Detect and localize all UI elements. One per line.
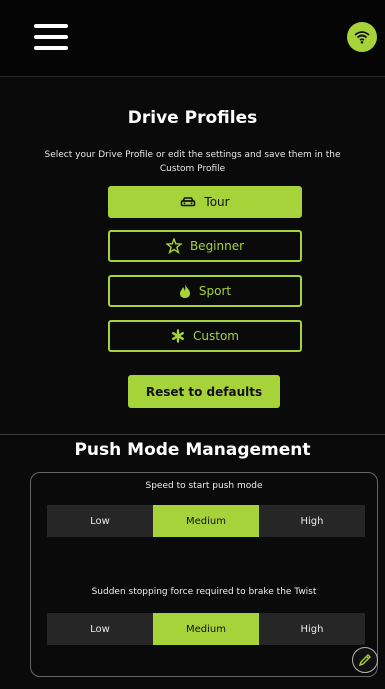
profile-button-sport[interactable]: Sport <box>108 275 302 307</box>
speed-option-high[interactable]: High <box>259 505 365 537</box>
profile-button-custom[interactable]: Custom <box>108 320 302 352</box>
brake-caption: Sudden stopping force required to brake … <box>91 587 317 597</box>
star-figure-icon <box>165 238 182 254</box>
car-icon <box>180 196 196 208</box>
profile-button-beginner[interactable]: Beginner <box>108 230 302 262</box>
flame-icon <box>179 283 191 299</box>
brake-option-low[interactable]: Low <box>47 613 153 645</box>
push-mode-title: Push Mode Management <box>74 440 311 460</box>
profile-label-sport: Sport <box>198 284 232 298</box>
brake-option-medium[interactable]: Medium <box>153 613 259 645</box>
profile-label-tour: Tour <box>204 195 230 209</box>
push-mode-section: Push Mode Management Speed to start push… <box>0 436 385 689</box>
hamburger-menu-icon[interactable] <box>34 24 68 50</box>
push-mode-panel: Speed to start push mode Low Medium High… <box>30 472 378 677</box>
speed-option-medium[interactable]: Medium <box>153 505 259 537</box>
profile-label-beginner: Beginner <box>189 239 245 253</box>
reset-to-defaults-button[interactable]: Reset to defaults <box>128 375 280 408</box>
asterisk-icon <box>171 329 185 343</box>
speed-segmented-control: Low Medium High <box>47 505 365 537</box>
speed-caption: Speed to start push mode <box>145 481 263 491</box>
speed-option-low[interactable]: Low <box>47 505 153 537</box>
profile-button-tour[interactable]: Tour <box>108 186 302 218</box>
brake-segmented-control: Low Medium High <box>47 613 365 645</box>
pencil-icon[interactable] <box>352 647 378 673</box>
top-bar <box>0 0 385 77</box>
brake-option-high[interactable]: High <box>259 613 365 645</box>
wifi-icon[interactable] <box>347 22 377 52</box>
drive-profiles-title: Drive Profiles <box>127 108 258 128</box>
drive-profiles-section: Drive Profiles Select your Drive Profile… <box>0 78 385 435</box>
drive-profiles-subtitle: Select your Drive Profile or edit the se… <box>44 150 341 174</box>
profile-label-custom: Custom <box>193 329 239 343</box>
